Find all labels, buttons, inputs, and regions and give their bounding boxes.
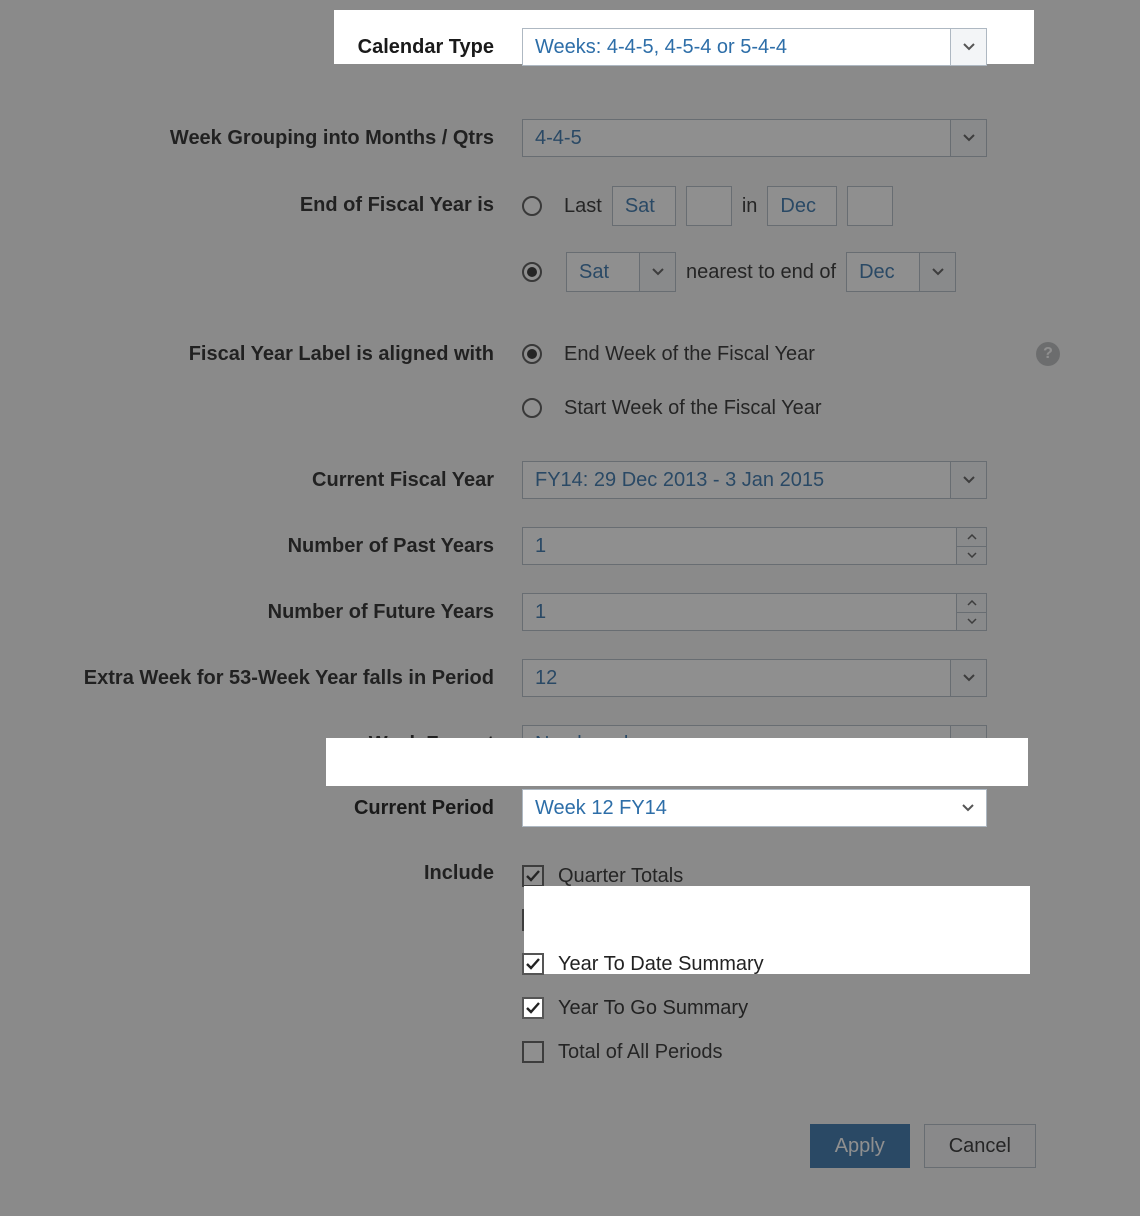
label-week-grouping: Week Grouping into Months / Qtrs: [36, 127, 522, 150]
chevron-down-icon[interactable]: [957, 613, 986, 631]
row-future-years: Number of Future Years 1: [36, 592, 1104, 632]
help-icon[interactable]: ?: [1036, 342, 1060, 366]
row-fy-align-1: Fiscal Year Label is aligned with End We…: [36, 334, 1104, 374]
dropdown-calendar-type[interactable]: Weeks: 4-4-5, 4-5-4 or 5-4-4: [522, 28, 987, 66]
dropdown-value: Dec: [847, 253, 919, 291]
row-extra-week: Extra Week for 53-Week Year falls in Per…: [36, 658, 1104, 698]
chevron-down-icon[interactable]: [957, 547, 986, 565]
radio-end-fiscal-nearest[interactable]: [522, 262, 542, 282]
apply-button[interactable]: Apply: [810, 1124, 910, 1168]
chevron-down-icon[interactable]: [950, 462, 986, 498]
dropdown-extra-week[interactable]: 12: [522, 659, 987, 697]
label-total-all: Total of All Periods: [558, 1041, 723, 1064]
footer-buttons: Apply Cancel: [36, 1124, 1104, 1168]
label-current-fy: Current Fiscal Year: [36, 469, 522, 492]
text-nearest: nearest to end of: [686, 261, 836, 284]
dropdown-value: Weeks: 4-4-5, 4-5-4 or 5-4-4: [523, 29, 950, 65]
chevron-up-icon[interactable]: [957, 528, 986, 547]
row-past-years: Number of Past Years 1: [36, 526, 1104, 566]
text-in: in: [742, 195, 758, 218]
include-ytg: Year To Go Summary: [522, 986, 748, 1030]
radio-fy-end-week[interactable]: [522, 344, 542, 364]
text-fy-start: Start Week of the Fiscal Year: [564, 397, 822, 420]
label-calendar-type: Calendar Type: [36, 36, 522, 59]
dropdown-value: 4-4-5: [523, 120, 950, 156]
spinner-value: 1: [523, 528, 956, 564]
dropdown-day-nearest[interactable]: Sat: [566, 252, 676, 292]
label-extra-week: Extra Week for 53-Week Year falls in Per…: [36, 667, 522, 690]
radio-end-fiscal-last[interactable]: [522, 196, 542, 216]
row-current-period: Current Period Week 12 FY14: [36, 788, 1104, 828]
checkbox-ytd[interactable]: [522, 953, 544, 975]
label-current-period: Current Period: [36, 797, 522, 820]
label-qt: Quarter Totals: [558, 865, 683, 888]
spinner-past-years[interactable]: 1: [522, 527, 987, 565]
include-total-all: Total of All Periods: [522, 1030, 723, 1074]
chevron-down-icon[interactable]: [639, 253, 675, 291]
dropdown-month-nearest[interactable]: Dec: [846, 252, 956, 292]
box-day[interactable]: Sat: [612, 186, 676, 226]
label-end-fiscal: End of Fiscal Year is: [36, 186, 522, 217]
cancel-button[interactable]: Cancel: [924, 1124, 1036, 1168]
chevron-down-icon[interactable]: [950, 790, 986, 826]
checkbox-total-all[interactable]: [522, 1041, 544, 1063]
row-fy-align-2: Start Week of the Fiscal Year: [36, 388, 1104, 428]
radio-fy-start-week[interactable]: [522, 398, 542, 418]
box-blank-1[interactable]: [686, 186, 732, 226]
box-month[interactable]: Dec: [767, 186, 837, 226]
row-current-fy: Current Fiscal Year FY14: 29 Dec 2013 - …: [36, 460, 1104, 500]
chevron-down-icon[interactable]: [950, 29, 986, 65]
dropdown-week-grouping[interactable]: 4-4-5: [522, 119, 987, 157]
label-future-years: Number of Future Years: [36, 601, 522, 624]
checkbox-ytg[interactable]: [522, 997, 544, 1019]
spinner-value: 1: [523, 594, 956, 630]
chevron-down-icon[interactable]: [919, 253, 955, 291]
dropdown-value: 12: [523, 660, 950, 696]
dropdown-value: Week 12 FY14: [523, 790, 950, 826]
label-past-years: Number of Past Years: [36, 535, 522, 558]
label-ytd: Year To Date Summary: [558, 953, 764, 976]
label-include: Include: [36, 854, 522, 885]
box-blank-2[interactable]: [847, 186, 893, 226]
spinner-future-years[interactable]: 1: [522, 593, 987, 631]
chevron-up-icon[interactable]: [957, 594, 986, 613]
row-end-fiscal-2: Sat nearest to end of Dec: [36, 252, 1104, 292]
chevron-down-icon[interactable]: [950, 660, 986, 696]
label-ytg: Year To Go Summary: [558, 997, 748, 1020]
dropdown-current-period[interactable]: Week 12 FY14: [522, 789, 987, 827]
dropdown-current-fy[interactable]: FY14: 29 Dec 2013 - 3 Jan 2015: [522, 461, 987, 499]
include-ytd: Year To Date Summary: [522, 942, 764, 986]
dropdown-value: FY14: 29 Dec 2013 - 3 Jan 2015: [523, 462, 950, 498]
checkbox-quarter-totals[interactable]: [522, 865, 544, 887]
row-end-fiscal-1: End of Fiscal Year is Last Sat in Dec: [36, 186, 1104, 226]
row-week-grouping: Week Grouping into Months / Qtrs 4-4-5: [36, 118, 1104, 158]
row-calendar-type: Calendar Type Weeks: 4-4-5, 4-5-4 or 5-4…: [36, 24, 1104, 70]
text-fy-end: End Week of the Fiscal Year: [564, 343, 815, 366]
text-last: Last: [564, 195, 602, 218]
label-fy-align: Fiscal Year Label is aligned with: [36, 343, 522, 366]
chevron-down-icon[interactable]: [950, 120, 986, 156]
dropdown-value: Sat: [567, 253, 639, 291]
